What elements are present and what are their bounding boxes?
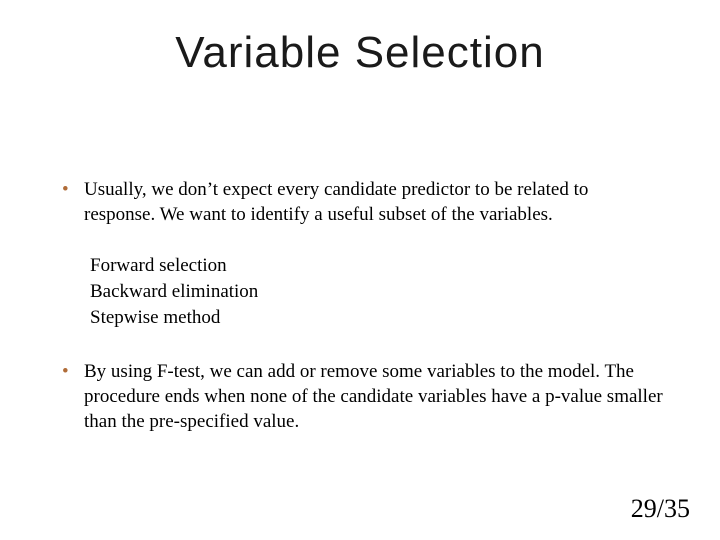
- bullet-text: Usually, we don’t expect every candidate…: [84, 179, 588, 225]
- slide: Variable Selection Usually, we don’t exp…: [0, 0, 720, 540]
- bullet-list: By using F-test, we can add or remove so…: [56, 360, 664, 434]
- method-item: Backward elimination: [90, 279, 664, 305]
- bullet-list: Usually, we don’t expect every candidate…: [56, 178, 664, 227]
- page-current: 29: [631, 494, 657, 523]
- page-sep: /: [657, 494, 664, 523]
- bullet-item: Usually, we don’t expect every candidate…: [56, 178, 664, 227]
- methods-block: Forward selection Backward elimination S…: [90, 253, 664, 330]
- page-number: 29/35: [631, 494, 690, 524]
- bullet-text: By using F-test, we can add or remove so…: [84, 361, 663, 431]
- method-item: Forward selection: [90, 253, 664, 279]
- slide-title: Variable Selection: [0, 0, 720, 78]
- bullet-item: By using F-test, we can add or remove so…: [56, 360, 664, 434]
- slide-content: Usually, we don’t expect every candidate…: [0, 178, 720, 434]
- method-item: Stepwise method: [90, 305, 664, 331]
- page-total: 35: [664, 494, 690, 523]
